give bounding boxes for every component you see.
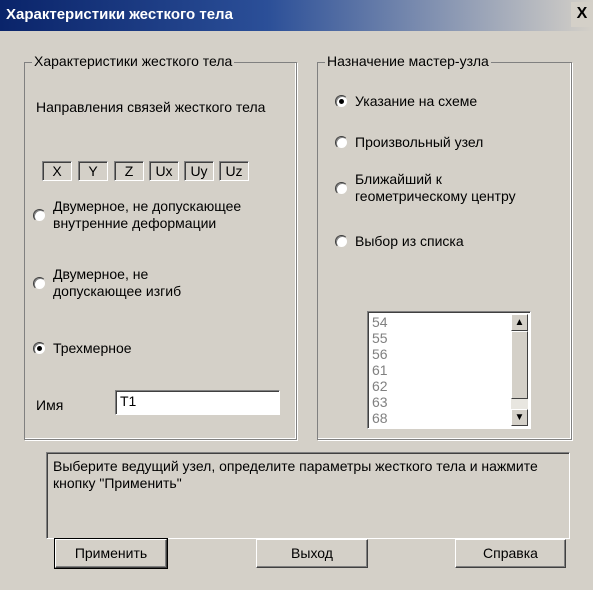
scroll-thumb[interactable] [511,331,528,399]
dir-toggle-y[interactable]: Y [78,161,108,181]
option-2d-no-deform-label: Двумерное, не допускающее внутренние деф… [53,198,242,231]
master-node-group: Назначение мастер-узла Указание на схеме… [317,53,572,440]
master-node-legend: Назначение мастер-узла [325,53,491,69]
list-item[interactable]: 61 [372,362,388,378]
option-pick-on-scheme-label: Указание на схеме [355,93,478,109]
dir-toggle-z[interactable]: Z [114,161,144,181]
radio-2d-no-deform[interactable] [33,208,46,222]
dir-toggle-ux[interactable]: Ux [149,161,179,181]
list-item[interactable]: 55 [372,330,388,346]
option-nearest-center[interactable]: Ближайший к геометрическому центру [335,171,567,205]
option-nearest-center-label: Ближайший к геометрическому центру [355,171,516,204]
list-item[interactable]: 62 [372,378,388,394]
option-arbitrary-node[interactable]: Произвольный узел [335,134,483,151]
radio-3d[interactable] [33,342,46,355]
exit-button[interactable]: Выход [256,539,368,568]
option-pick-on-scheme[interactable]: Указание на схеме [335,93,477,110]
rigid-body-legend: Характеристики жесткого тела [32,53,235,69]
arrow-down-icon: ▼ [514,412,525,423]
scroll-up-button[interactable]: ▲ [511,314,528,331]
radio-2d-no-bend[interactable] [33,276,46,290]
rigid-body-group: Характеристики жесткого тела Направления… [24,53,297,440]
arrow-up-icon: ▲ [514,317,525,328]
option-2d-no-deform[interactable]: Двумерное, не допускающее внутренние деф… [33,198,283,232]
option-2d-no-bend[interactable]: Двумерное, не допускающее изгиб [33,266,283,300]
list-item[interactable]: 56 [372,346,388,362]
name-label: Имя [36,397,64,413]
node-list: 54 55 56 61 62 63 68 [372,314,388,426]
dialog-body: Характеристики жесткого тела Направления… [0,31,593,590]
option-select-from-list-label: Выбор из списка [355,233,464,249]
status-message: Выберите ведущий узел, определите параме… [46,452,570,539]
list-item[interactable]: 68 [372,410,388,426]
name-input[interactable]: T1 [115,390,280,415]
dir-toggle-uz[interactable]: Uz [219,161,249,181]
option-2d-no-bend-label: Двумерное, не допускающее изгиб [53,266,182,299]
option-arbitrary-node-label: Произвольный узел [355,134,484,150]
dir-toggle-uy[interactable]: Uy [184,161,214,181]
title-bar: Характеристики жесткого тела X [0,0,593,31]
option-3d-label: Трехмерное [53,340,132,356]
apply-button[interactable]: Применить [54,538,168,569]
option-select-from-list[interactable]: Выбор из списка [335,233,464,250]
scroll-down-button[interactable]: ▼ [511,409,528,426]
node-listbox[interactable]: 54 55 56 61 62 63 68 ▲ ▼ [367,311,531,429]
directions-label: Направления связей жесткого тела [36,99,266,115]
radio-nearest-center[interactable] [335,181,348,195]
dir-toggle-x[interactable]: X [42,161,72,181]
close-button[interactable]: X [571,2,593,27]
option-3d[interactable]: Трехмерное [33,340,283,357]
window-title: Характеристики жесткого тела [6,6,233,23]
radio-arbitrary-node[interactable] [335,136,348,149]
list-scrollbar[interactable]: ▲ ▼ [511,314,528,426]
help-button[interactable]: Справка [455,539,566,568]
close-icon: X [576,5,588,22]
radio-select-from-list[interactable] [335,235,348,248]
list-item[interactable]: 63 [372,394,388,410]
list-item[interactable]: 54 [372,314,388,330]
radio-pick-on-scheme[interactable] [335,95,348,108]
